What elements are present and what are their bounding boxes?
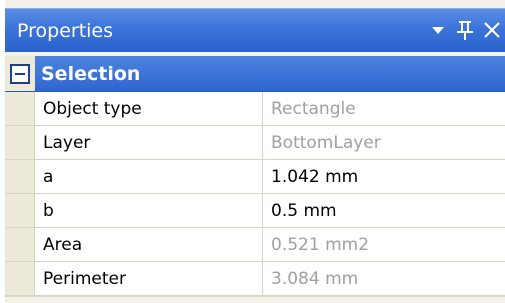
property-row-layer[interactable]: Layer BottomLayer (5, 126, 505, 160)
row-gutter (5, 92, 35, 125)
dropdown-arrow-icon[interactable] (425, 25, 451, 35)
category-gutter (5, 56, 35, 91)
property-value: BottomLayer (271, 132, 381, 153)
property-name: Layer (35, 126, 263, 159)
property-value-input[interactable]: 1.042 mm (263, 160, 505, 193)
row-gutter (5, 228, 35, 261)
property-value-input[interactable]: 0.5 mm (263, 194, 505, 227)
property-value: 3.084 mm (271, 268, 359, 289)
close-icon[interactable] (479, 21, 505, 39)
panel-title-bar[interactable]: Properties (5, 8, 505, 52)
property-row-b[interactable]: b 0.5 mm (5, 194, 505, 228)
category-label: Selection (41, 62, 141, 85)
property-row-a[interactable]: a 1.042 mm (5, 160, 505, 194)
title-controls (425, 15, 505, 45)
property-row-perimeter[interactable]: Perimeter 3.084 mm (5, 262, 505, 296)
property-grid: Selection Object type Rectangle Layer Bo… (5, 56, 505, 296)
pin-icon[interactable] (451, 19, 479, 41)
property-name: Area (35, 228, 263, 261)
property-value: Rectangle (271, 98, 356, 119)
row-gutter (5, 126, 35, 159)
row-gutter (5, 194, 35, 227)
category-row-selection[interactable]: Selection (5, 56, 505, 92)
properties-panel: Properties Selection Object type Rectang… (0, 0, 505, 303)
property-name: Perimeter (35, 262, 263, 295)
property-value: 0.521 mm2 (271, 234, 370, 255)
property-name: Object type (35, 92, 263, 125)
property-name: b (35, 194, 263, 227)
panel-title: Properties (17, 20, 114, 42)
property-row-object-type[interactable]: Object type Rectangle (5, 92, 505, 126)
collapse-icon[interactable] (10, 63, 30, 84)
row-gutter (5, 160, 35, 193)
property-row-area[interactable]: Area 0.521 mm2 (5, 228, 505, 262)
property-name: a (35, 160, 263, 193)
row-gutter (5, 262, 35, 295)
